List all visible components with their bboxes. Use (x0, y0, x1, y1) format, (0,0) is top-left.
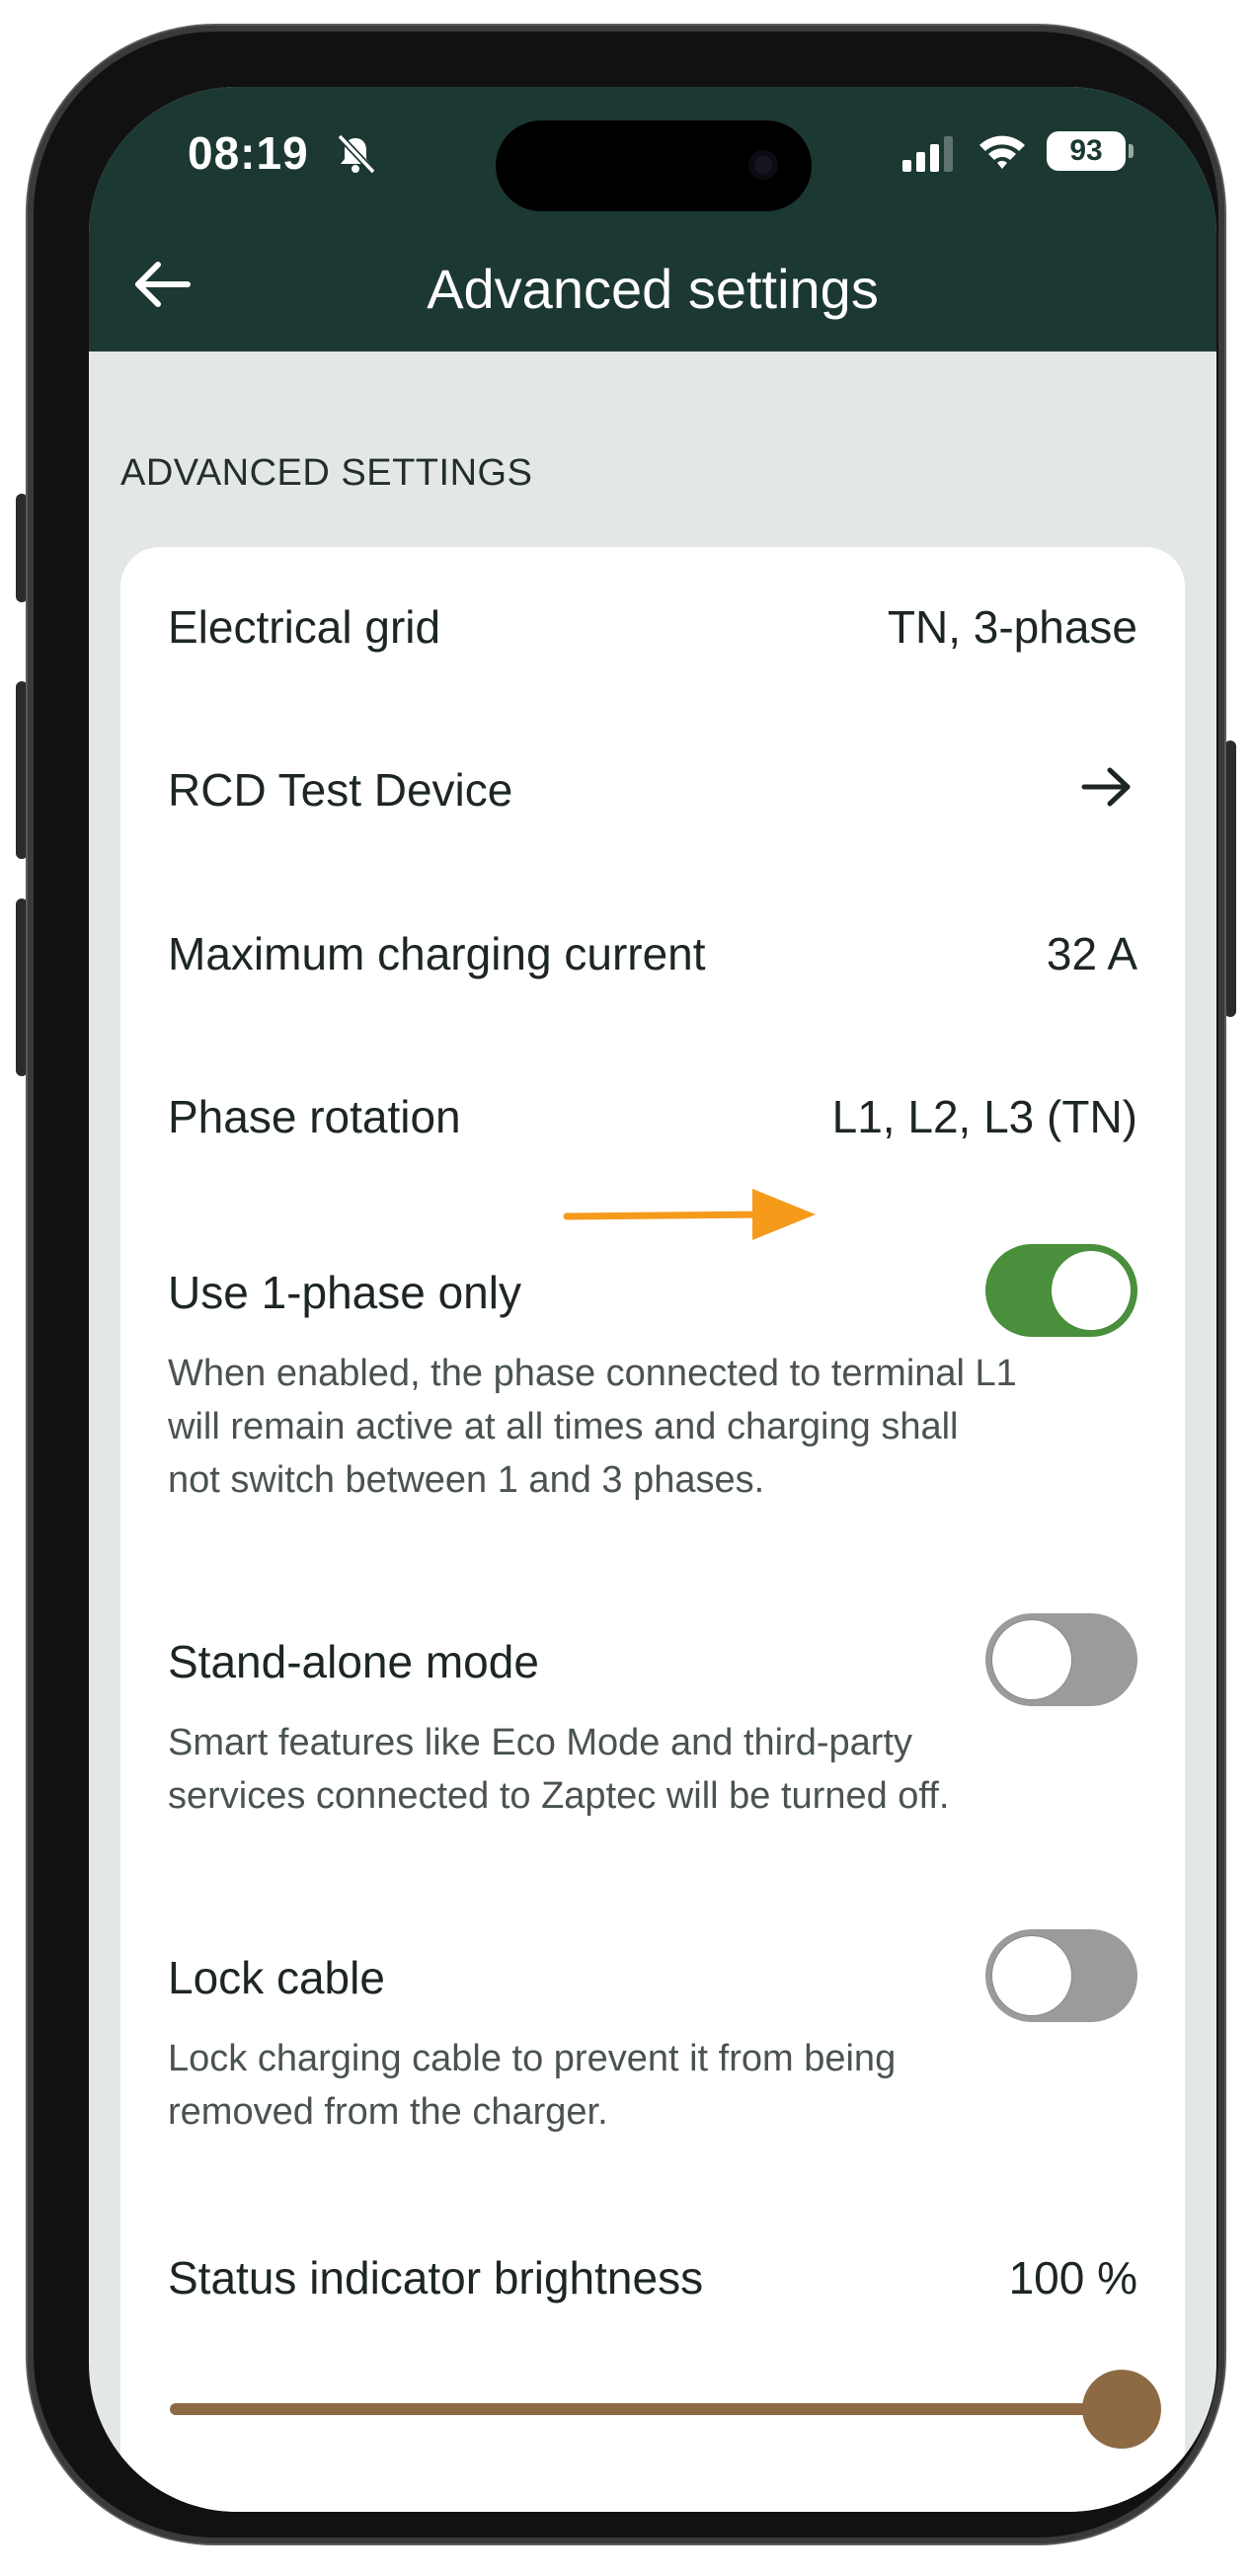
device-canvas: 08:19 93 Advanced settings ADVANCED SETT… (0, 0, 1252, 2576)
one-phase-desc-line: not switch between 1 and 3 phases. (168, 1459, 765, 1501)
standalone-mode-label: Stand-alone mode (168, 1636, 539, 1687)
lock-cable-description: Lock charging cable to prevent it from b… (168, 2032, 1155, 2139)
max-charging-current-label[interactable]: Maximum charging current (168, 927, 706, 980)
signal-icon (902, 136, 953, 172)
toggle-knob (1052, 1251, 1131, 1330)
toggle-knob (992, 1620, 1071, 1699)
standalone-mode-toggle[interactable] (985, 1613, 1137, 1706)
one-phase-toggle[interactable] (985, 1244, 1137, 1337)
camera-icon (748, 150, 778, 180)
electrical-grid-label[interactable]: Electrical grid (168, 600, 440, 654)
max-charging-current-value[interactable]: 32 A (1047, 927, 1137, 980)
brightness-value: 100 % (1008, 2252, 1137, 2303)
toggle-knob (992, 1936, 1071, 2015)
standalone-mode-description: Smart features like Eco Mode and third-p… (168, 1716, 1155, 1823)
one-phase-label: Use 1-phase only (168, 1267, 521, 1318)
rcd-test-device-label[interactable]: RCD Test Device (168, 763, 512, 817)
lock-cable-toggle[interactable] (985, 1929, 1137, 2022)
phone-frame: 08:19 93 Advanced settings ADVANCED SETT… (28, 26, 1224, 2543)
bell-slash-icon (337, 133, 376, 175)
one-phase-desc-line: When enabled, the phase connected to ter… (168, 1353, 1017, 1394)
section-header: ADVANCED SETTINGS (120, 452, 533, 494)
settings-card: Electrical grid TN, 3-phase RCD Test Dev… (120, 547, 1185, 2512)
electrical-grid-value[interactable]: TN, 3-phase (888, 600, 1137, 654)
volume-up-button (16, 681, 28, 859)
standalone-desc-line: Smart features like Eco Mode and third-p… (168, 1722, 913, 1763)
lock-cable-desc-line: removed from the charger. (168, 2091, 608, 2133)
side-button (1224, 741, 1236, 1017)
annotation-arrow-icon (563, 1189, 816, 1240)
page-title: Advanced settings (427, 258, 879, 320)
battery-nub (1129, 144, 1134, 158)
arrow-right-icon[interactable] (1080, 764, 1134, 810)
volume-down-button (16, 898, 28, 1076)
phase-rotation-label[interactable]: Phase rotation (168, 1090, 461, 1143)
wifi-icon (979, 135, 1025, 169)
phase-rotation-value[interactable]: L1, L2, L3 (TN) (832, 1090, 1137, 1143)
brightness-slider-knob[interactable] (1082, 2370, 1161, 2449)
dynamic-island (496, 120, 812, 211)
lock-cable-label: Lock cable (168, 1952, 385, 2003)
screen: 08:19 93 Advanced settings ADVANCED SETT… (89, 87, 1216, 2512)
lock-cable-desc-line: Lock charging cable to prevent it from b… (168, 2038, 897, 2079)
status-time: 08:19 (188, 127, 309, 179)
one-phase-description: When enabled, the phase connected to ter… (168, 1347, 1155, 1507)
brightness-label: Status indicator brightness (168, 2252, 704, 2303)
action-button (16, 494, 28, 602)
battery-icon: 93 (1047, 131, 1126, 171)
standalone-desc-line: services connected to Zaptec will be tur… (168, 1775, 950, 1817)
one-phase-desc-line: will remain active at all times and char… (168, 1406, 959, 1447)
brightness-slider-track[interactable] (170, 2403, 1098, 2415)
header-bar: 08:19 93 Advanced settings (89, 87, 1216, 351)
